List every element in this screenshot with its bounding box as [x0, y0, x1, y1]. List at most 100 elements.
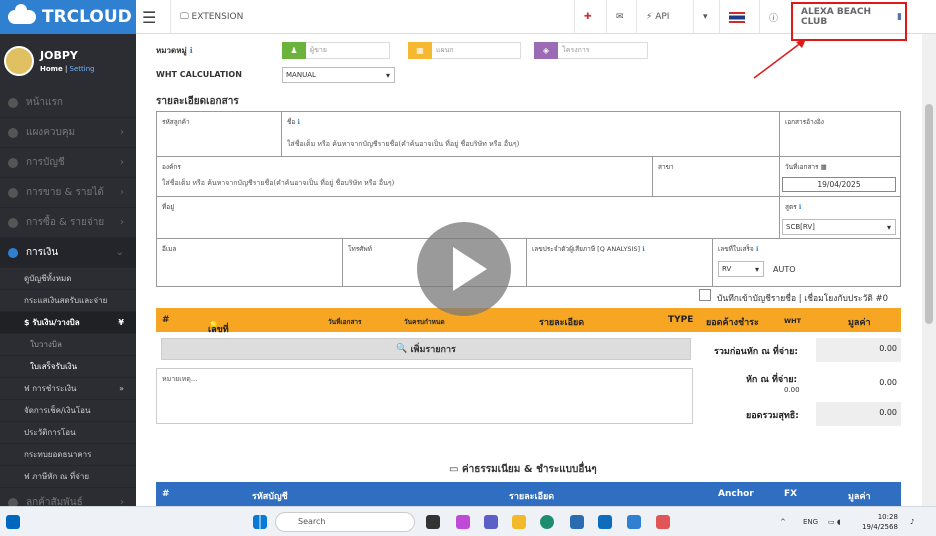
sidebar-item-sales[interactable]: การขาย & รายได้ ›: [0, 178, 136, 208]
chevron-up-icon[interactable]: ^: [780, 518, 786, 526]
col-docdate[interactable]: วันที่เอกสาร: [328, 317, 362, 327]
fees-col-detail[interactable]: รายละเอียด: [509, 489, 554, 503]
extension-button[interactable]: 🖵 EXTENSION: [170, 0, 258, 34]
fees-col-fx[interactable]: FX: [784, 489, 797, 499]
menu-toggle-icon[interactable]: ☰: [142, 8, 156, 27]
col-value[interactable]: มูลค่า: [848, 315, 871, 329]
brand-name: TRCLOUD: [42, 7, 132, 27]
formula-select[interactable]: SCB[RV]: [782, 219, 896, 235]
clock-date: 19/4/2568: [862, 523, 898, 531]
edge-icon[interactable]: [540, 515, 554, 529]
fees-col-account[interactable]: รหัสบัญชี: [252, 489, 288, 503]
folder-icon[interactable]: [512, 515, 526, 529]
chevron-down-icon[interactable]: ▾: [693, 0, 719, 34]
receipt-no-label: เลขที่ใบเสร็จ: [718, 245, 754, 253]
api-button[interactable]: ⚡ API: [636, 0, 693, 34]
info-icon: ℹ: [798, 203, 802, 211]
ledger-checkbox[interactable]: [699, 289, 711, 301]
sidebar-sub-all-accounts[interactable]: ดูบัญชีทั้งหมด: [0, 268, 136, 290]
thai-flag-icon[interactable]: [719, 0, 759, 34]
scrollbar-thumb[interactable]: [925, 104, 933, 324]
sidebar-sub-label: ฟ ภาษีหัก ณ ที่จ่าย: [24, 472, 90, 481]
search-input[interactable]: Search: [275, 512, 415, 532]
sidebar-item-accounting[interactable]: การบัญชี ›: [0, 148, 136, 178]
clock[interactable]: 10:28 19/4/2568: [862, 512, 898, 532]
outlook-icon[interactable]: [598, 515, 612, 529]
chevron-right-icon: ›: [120, 127, 124, 138]
sidebar-item-purchase[interactable]: การซื้อ & รายจ่าย ›: [0, 208, 136, 238]
col-wht[interactable]: WHT: [784, 317, 801, 325]
sidebar-item-finance[interactable]: การเงิน ⌄: [0, 238, 136, 268]
language-indicator[interactable]: ENG: [803, 518, 818, 526]
doc-date-input[interactable]: 19/04/2025: [782, 177, 896, 192]
paint-icon[interactable]: [656, 515, 670, 529]
receipt-prefix-select[interactable]: RV: [718, 261, 764, 277]
copilot-icon[interactable]: [456, 515, 470, 529]
help-icon[interactable]: ⓘ: [759, 0, 791, 34]
client-code-cell[interactable]: รหัสลูกค้า: [157, 112, 282, 157]
chevron-down-icon: ⌄: [115, 247, 124, 258]
sidebar-sub-reconcile[interactable]: กระทบยอดธนาคาร: [0, 444, 136, 466]
col-index: #: [162, 315, 170, 325]
avatar[interactable]: [4, 46, 34, 76]
teams-icon[interactable]: [484, 515, 498, 529]
chevron-right-icon: ›: [120, 157, 124, 168]
play-icon[interactable]: [417, 222, 511, 316]
col-duedate[interactable]: วันครบกำหนด: [404, 317, 445, 327]
org-hint: ใส่ชื่อเต็ม หรือ ค้นหาจากบัญชีรายชื่อ(คำ…: [162, 179, 395, 187]
net-total-label: ยอดรวมสุทธิ:: [746, 411, 799, 421]
salesperson-button[interactable]: ♟ ผู้ขาย: [282, 41, 390, 59]
sidebar-sub-label: ฟ การชำระเงิน: [24, 384, 77, 393]
sidebar-sub-receive[interactable]: $ รับเงิน/วางบิล ¥: [0, 312, 136, 334]
sidebar-sub-wht[interactable]: ฟ ภาษีหัก ณ ที่จ่าย: [0, 466, 136, 488]
tax-id-cell[interactable]: เลขประจำตัวผู้เสียภาษี [Q ANALYSIS] ℹ: [527, 239, 713, 286]
flag-icon[interactable]: ✚: [574, 0, 606, 34]
email-label: อีเมล: [162, 245, 177, 253]
store-icon[interactable]: [570, 515, 584, 529]
wifi-icon[interactable]: ▭ ◖: [828, 518, 841, 526]
sidebar-sub-receipt[interactable]: ใบเสร็จรับเงิน: [0, 356, 136, 378]
sidebar-item-dashboard[interactable]: แผงควบคุม ›: [0, 118, 136, 148]
project-icon: ◈: [534, 41, 558, 59]
department-button[interactable]: ▦ แผนก: [408, 41, 521, 59]
sidebar-item-label: การซื้อ & รายจ่าย: [26, 217, 105, 228]
fees-col-value[interactable]: มูลค่า: [848, 489, 871, 503]
scrollbar[interactable]: [922, 34, 936, 506]
home-link[interactable]: Home: [40, 65, 63, 73]
col-type[interactable]: TYPE: [668, 315, 693, 325]
reference-cell[interactable]: เอกสารอ้างอิง: [780, 112, 901, 157]
name-cell[interactable]: ชื่อ ℹ ใส่ชื่อเต็ม หรือ ค้นหาจากบัญชีรายช…: [282, 112, 780, 157]
wht-label: WHT CALCULATION: [156, 70, 242, 79]
col-outstanding[interactable]: ยอดค้างชำระ: [706, 315, 759, 329]
sidebar-sub-cheque[interactable]: จัดการเช็ค/เงินโอน: [0, 400, 136, 422]
sidebar-item-home[interactable]: หน้าแรก: [0, 88, 136, 118]
widgets-icon[interactable]: [6, 515, 20, 529]
wht-select[interactable]: MANUAL: [282, 67, 395, 83]
info-icon: ℹ: [297, 118, 300, 126]
bell-icon[interactable]: ♪: [910, 518, 914, 526]
note-textarea[interactable]: หมายเหตุ...: [156, 368, 693, 424]
col-detail[interactable]: รายละเอียด: [539, 315, 584, 329]
sidebar-sub-payment[interactable]: ฟ การชำระเงิน »: [0, 378, 136, 400]
home-icon: [8, 97, 18, 108]
calendar-icon: [8, 247, 18, 258]
brand-logo[interactable]: TRCLOUD: [0, 0, 136, 34]
sidebar-sub-billing[interactable]: ใบวางบิล: [0, 334, 136, 356]
sidebar-item-crm[interactable]: ลูกค้าสัมพันธ์ ›: [0, 488, 136, 506]
org-cell[interactable]: องค์กร ใส่ชื่อเต็ม หรือ ค้นหาจากบัญชีรายช…: [157, 157, 653, 197]
mail-icon[interactable]: ✉: [606, 0, 636, 34]
extension-label: EXTENSION: [191, 12, 244, 22]
setting-link[interactable]: Setting: [70, 65, 95, 73]
sidebar-sub-label: ใบวางบิล: [30, 340, 62, 349]
taskview-icon[interactable]: [426, 515, 440, 529]
add-item-button[interactable]: 🔍 เพิ่มรายการ: [161, 338, 691, 360]
branch-cell[interactable]: สาขา: [653, 157, 780, 197]
project-button[interactable]: ◈ โครงการ: [534, 41, 648, 59]
email-cell[interactable]: อีเมล: [157, 239, 343, 286]
sidebar-sub-transfer-history[interactable]: ประวัติการโอน: [0, 422, 136, 444]
fees-col-anchor[interactable]: Anchor: [718, 489, 754, 499]
clock-time: 10:28: [877, 513, 898, 521]
snip-icon[interactable]: [627, 515, 641, 529]
start-icon[interactable]: [253, 515, 267, 529]
sidebar-sub-cashflow[interactable]: กระแสเงินสดรับและจ่าย: [0, 290, 136, 312]
